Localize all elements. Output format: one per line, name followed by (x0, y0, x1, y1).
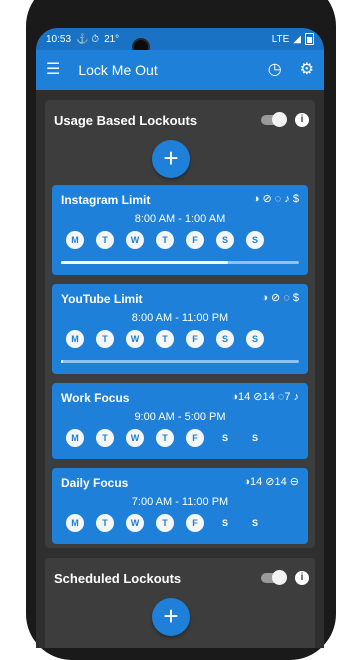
screen: 10:53 ⚓ ⏱ 21° LTE ◢ ☰ Lock Me Out ◷ ⚙ Us… (36, 28, 324, 648)
day-chip: F (186, 429, 204, 447)
day-chip: T (156, 231, 174, 249)
day-chip: M (66, 231, 84, 249)
status-temperature: 21° (104, 33, 120, 45)
power-button (331, 140, 335, 188)
day-chip: M (66, 514, 84, 532)
day-chip: S (251, 518, 258, 528)
battery-icon (305, 33, 314, 45)
lockout-card[interactable]: Daily Focus ◑14 ⊘14 ⊖ 7:00 AM - 11:00 PM… (52, 468, 308, 544)
usage-lockouts-toggle[interactable] (261, 112, 287, 127)
info-icon[interactable]: i (295, 571, 309, 585)
day-chip: M (66, 429, 84, 447)
network-label: LTE (271, 33, 290, 45)
day-chip: S (216, 231, 234, 249)
status-icons: ⚓ ⏱ (76, 33, 100, 45)
day-chip: F (186, 514, 204, 532)
lockout-time: 8:00 AM - 1:00 AM (134, 213, 226, 225)
section-header: Usage Based Lockouts i (54, 110, 309, 130)
lockout-time: 7:00 AM - 11:00 PM (131, 496, 229, 508)
settings-gear-icon[interactable]: ⚙ (300, 62, 314, 78)
day-chip: F (186, 231, 204, 249)
scheduled-lockouts-section: Scheduled Lockouts i + (45, 558, 315, 648)
restriction-icons: ◑ ⊘ ◌ $ (261, 292, 299, 304)
section-title: Scheduled Lockouts (54, 570, 182, 586)
day-chip: S (221, 433, 228, 443)
day-row: MTWTFSS (66, 231, 264, 249)
add-usage-lockout-button[interactable]: + (152, 140, 190, 178)
day-chip: M (66, 330, 84, 348)
day-chip: F (186, 330, 204, 348)
section-header: Scheduled Lockouts i (54, 568, 309, 588)
day-chip: T (156, 330, 174, 348)
day-chip: S (251, 433, 258, 443)
restriction-icons: ◑ ⊘ ◌ ♪ $ (252, 193, 299, 205)
usage-progress-fill (61, 261, 228, 264)
volume-button (331, 226, 335, 316)
lockout-name: Instagram Limit (61, 193, 151, 207)
add-scheduled-lockout-button[interactable]: + (152, 598, 190, 636)
menu-icon[interactable]: ☰ (46, 62, 60, 78)
day-chip: W (126, 514, 144, 532)
status-time: 10:53 (46, 33, 72, 45)
day-row: MTWTFSS (66, 514, 264, 532)
usage-progress-bar (61, 261, 299, 264)
day-chip: T (96, 514, 114, 532)
day-chip: S (246, 330, 264, 348)
restriction-icons: ◑14 ⊘14 ⊖ (243, 476, 299, 488)
day-chip: S (221, 518, 228, 528)
restriction-icons: ◑14 ⊘14 ◌7 ♪ (231, 391, 299, 403)
day-chip: S (216, 330, 234, 348)
usage-progress-fill (61, 360, 64, 363)
lockout-name: YouTube Limit (61, 292, 143, 306)
day-chip: S (246, 231, 264, 249)
lockout-time: 8:00 AM - 11:00 PM (131, 312, 229, 324)
lockout-name: Work Focus (61, 391, 130, 405)
signal-icon: ◢ (293, 33, 301, 45)
day-row: MTWTFSS (66, 429, 264, 447)
day-chip: T (156, 429, 174, 447)
lockout-card[interactable]: Work Focus ◑14 ⊘14 ◌7 ♪ 9:00 AM - 5:00 P… (52, 383, 308, 459)
lockout-card[interactable]: YouTube Limit ◑ ⊘ ◌ $ 8:00 AM - 11:00 PM… (52, 284, 308, 374)
status-bar: 10:53 ⚓ ⏱ 21° LTE ◢ (36, 28, 324, 50)
day-chip: W (126, 231, 144, 249)
day-row: MTWTFSS (66, 330, 264, 348)
lockout-name: Daily Focus (61, 476, 129, 490)
lockout-card[interactable]: Instagram Limit ◑ ⊘ ◌ ♪ $ 8:00 AM - 1:00… (52, 185, 308, 275)
app-bar: ☰ Lock Me Out ◷ ⚙ (36, 50, 324, 90)
lockout-time: 9:00 AM - 5:00 PM (134, 411, 226, 423)
usage-lockouts-section: Usage Based Lockouts i + Instagram Limit… (45, 100, 315, 548)
content: Usage Based Lockouts i + Instagram Limit… (36, 90, 324, 648)
scheduled-lockouts-toggle[interactable] (261, 570, 287, 585)
day-chip: T (96, 429, 114, 447)
info-icon[interactable]: i (295, 113, 309, 127)
app-title: Lock Me Out (78, 62, 158, 78)
day-chip: W (126, 330, 144, 348)
day-chip: T (96, 330, 114, 348)
day-chip: T (96, 231, 114, 249)
day-chip: T (156, 514, 174, 532)
clock-icon[interactable]: ◷ (268, 62, 282, 78)
day-chip: W (126, 429, 144, 447)
section-title: Usage Based Lockouts (54, 112, 198, 128)
usage-progress-bar (61, 360, 299, 363)
